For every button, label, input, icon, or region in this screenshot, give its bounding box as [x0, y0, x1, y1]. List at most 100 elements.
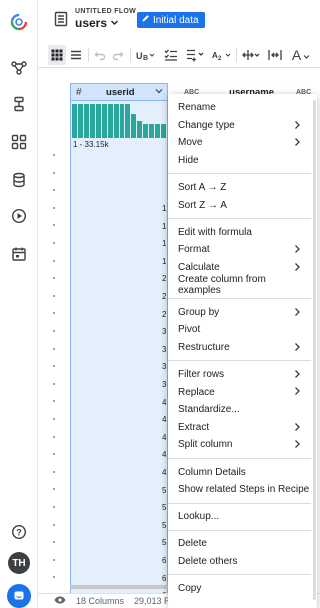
menu-item-hide[interactable]: Hide: [168, 152, 311, 170]
menu-item-label: Restructure: [178, 341, 230, 353]
histogram-bar[interactable]: [95, 104, 101, 138]
column-count: 18 Columns: [76, 596, 125, 606]
menu-item-group-by[interactable]: Group by: [168, 304, 311, 322]
eye-icon[interactable]: [54, 596, 66, 606]
menu-item-format[interactable]: Format: [168, 241, 311, 259]
menu-item-sort-z-a[interactable]: Sort Z → A: [168, 197, 311, 215]
grid-view-icon[interactable]: [48, 45, 66, 65]
toolbar-divider: [236, 48, 237, 62]
menu-scrollbar[interactable]: [313, 100, 316, 600]
row-marker: [53, 277, 55, 280]
menu-item-label: Group by: [178, 306, 220, 318]
menu-divider: [168, 574, 311, 576]
histogram-bar[interactable]: [149, 123, 155, 138]
menu-item-rename[interactable]: Rename: [168, 99, 311, 117]
histogram-bar[interactable]: [137, 121, 143, 138]
replace-icon[interactable]: A2: [210, 45, 234, 65]
histogram-bar[interactable]: [161, 123, 166, 138]
split-icon[interactable]: [240, 45, 262, 65]
histogram-bar[interactable]: [107, 104, 113, 138]
pipeline-nav-icon[interactable]: [0, 92, 38, 116]
columns-icon[interactable]: [266, 45, 284, 65]
menu-item-move[interactable]: Move: [168, 134, 311, 152]
menu-item-delete-others[interactable]: Delete others: [168, 553, 311, 571]
transform-toolbar: UB A2 A: [38, 42, 320, 68]
histogram-bar[interactable]: [89, 104, 95, 138]
cell-value: 2: [162, 292, 167, 301]
menu-item-change-type[interactable]: Change type: [168, 117, 311, 135]
dataset-icon: [54, 11, 68, 32]
redo-icon[interactable]: [110, 45, 126, 65]
menu-divider: [168, 457, 311, 459]
histogram-bar[interactable]: [72, 104, 77, 138]
menu-item-label: Create column from examples: [178, 274, 266, 297]
cell-value: 6: [162, 573, 167, 583]
app-logo-icon[interactable]: [0, 10, 38, 34]
menu-item-delete[interactable]: Delete: [168, 535, 311, 553]
menu-item-label: Move: [178, 137, 203, 149]
userid-range-label: 1 - 33.15k: [73, 140, 109, 149]
menu-item-lookup[interactable]: Lookup...: [168, 508, 311, 526]
menu-item-create-column-from-examples[interactable]: Create column from examples: [168, 274, 311, 297]
histogram-bar[interactable]: [131, 113, 137, 138]
help-icon[interactable]: ?: [0, 520, 38, 544]
menu-item-copy[interactable]: Copy: [168, 580, 311, 598]
chevron-right-icon: [293, 386, 301, 399]
column-context-menu: Rename Change type Move Hide Sort A → Z Sort …: [168, 94, 317, 608]
histogram-bar[interactable]: [77, 104, 83, 138]
column-type-icon[interactable]: UB: [134, 45, 158, 65]
schedule-nav-icon[interactable]: [0, 242, 38, 266]
chevron-right-icon: [293, 422, 301, 435]
menu-item-edit-with-formula[interactable]: Edit with formula: [168, 224, 311, 242]
histogram-bar[interactable]: [155, 123, 161, 138]
menu-divider: [168, 298, 311, 299]
row-marker: [53, 523, 55, 526]
flow-nav-icon[interactable]: [0, 56, 38, 80]
histogram-bar[interactable]: [83, 104, 89, 138]
row-marker: [53, 382, 55, 385]
dataset-name-dropdown[interactable]: users: [75, 16, 119, 30]
cell-value: 2: [162, 274, 167, 284]
column-add-icon[interactable]: [184, 45, 206, 65]
jobs-nav-icon[interactable]: [0, 204, 38, 228]
userid-histogram[interactable]: [72, 104, 166, 138]
menu-item-label: Lookup...: [178, 511, 220, 523]
menu-item-pivot[interactable]: Pivot: [168, 321, 311, 339]
menu-item-replace[interactable]: Replace: [168, 383, 311, 401]
userid-column-header[interactable]: # userid: [70, 83, 168, 101]
histogram-bar[interactable]: [101, 104, 107, 138]
histogram-bar[interactable]: [119, 104, 125, 138]
list-view-icon[interactable]: [68, 45, 84, 65]
menu-item-column-details[interactable]: Column Details: [168, 463, 311, 481]
menu-item-label: Extract: [178, 421, 210, 433]
histogram-bar[interactable]: [113, 104, 119, 138]
menu-divider: [168, 173, 311, 175]
row-marker: [53, 347, 55, 350]
menu-item-filter-rows[interactable]: Filter rows: [168, 366, 311, 384]
user-avatar[interactable]: TH: [8, 552, 30, 574]
initial-data-button[interactable]: Initial data: [137, 12, 205, 28]
flow-header: UNTITLED FLOW users Initial data: [38, 0, 320, 40]
menu-item-show-related-steps-in-recipe[interactable]: Show related Steps in Recipe: [168, 481, 311, 499]
row-marker: [53, 453, 55, 456]
menu-item-label: Standardize...: [178, 404, 240, 416]
font-format-button[interactable]: A: [288, 45, 314, 65]
menu-item-label: Sort Z → A: [178, 199, 227, 211]
undo-icon[interactable]: [92, 45, 108, 65]
column-validate-icon[interactable]: [162, 45, 180, 65]
menu-item-standardize[interactable]: Standardize...: [168, 401, 311, 419]
chat-support-icon[interactable]: [7, 584, 31, 608]
svg-text:2: 2: [218, 56, 222, 61]
menu-item-split-column[interactable]: Split column: [168, 436, 311, 454]
menu-item-sort-a-z[interactable]: Sort A → Z: [168, 179, 311, 197]
menu-item-extract[interactable]: Extract: [168, 419, 311, 437]
row-marker: [53, 365, 55, 368]
database-nav-icon[interactable]: [0, 168, 38, 192]
library-nav-icon[interactable]: [0, 130, 38, 154]
menu-item-restructure[interactable]: Restructure: [168, 339, 311, 357]
histogram-bar[interactable]: [125, 104, 131, 138]
histogram-bar[interactable]: [143, 123, 149, 138]
chevron-down-icon[interactable]: [155, 87, 163, 98]
row-marker: [53, 558, 55, 561]
userid-column-body[interactable]: [70, 83, 168, 593]
